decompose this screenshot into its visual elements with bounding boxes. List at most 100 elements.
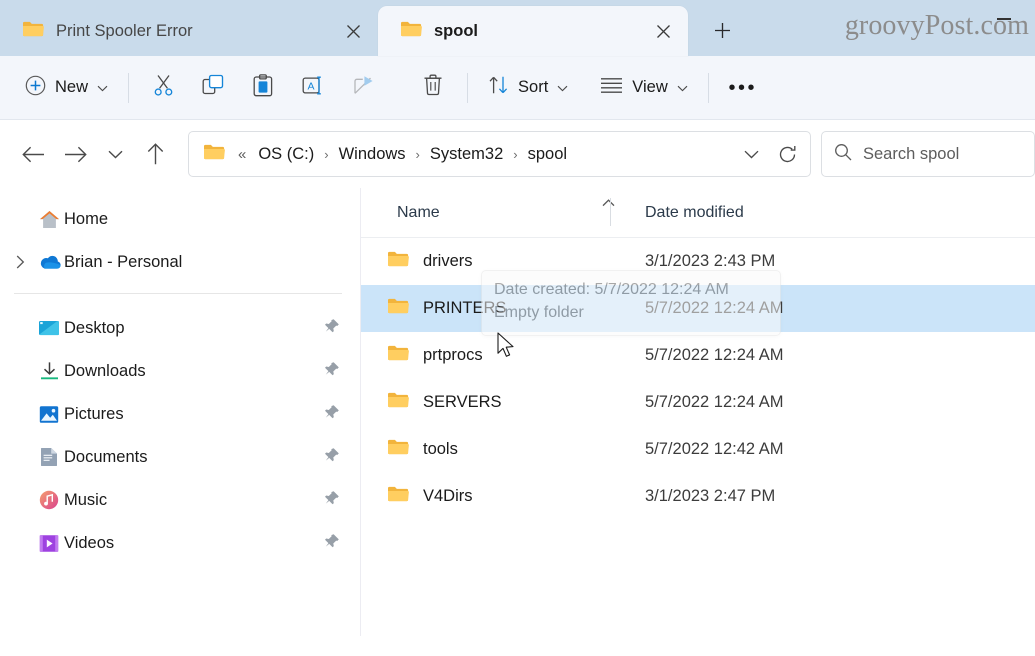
search-icon [834, 143, 852, 166]
folder-icon [203, 143, 225, 166]
pin-icon[interactable] [324, 318, 340, 339]
breadcrumb-item-0[interactable]: OS (C:) [251, 141, 321, 168]
table-row[interactable]: prtprocs 5/7/2022 12:24 AM [361, 332, 1035, 379]
sidebar-item-label: Pictures [64, 404, 124, 423]
sidebar-item-brian-personal[interactable]: Brian - Personal [0, 242, 350, 282]
pin-icon[interactable] [324, 447, 340, 468]
table-row[interactable]: PRINTERS 5/7/2022 12:24 AM [361, 285, 1035, 332]
sidebar-item-downloads[interactable]: Downloads [0, 351, 350, 391]
refresh-icon[interactable] [770, 137, 804, 171]
pin-icon[interactable] [324, 404, 340, 425]
rename-button[interactable]: A [288, 68, 338, 108]
file-name-label: V4Dirs [423, 487, 473, 505]
address-bar: « OS (C:) › Windows › System32 › spool S… [0, 120, 1035, 188]
chevron-right-icon[interactable] [6, 255, 34, 269]
pictures-icon [34, 405, 64, 424]
desktop-icon [34, 319, 64, 337]
breadcrumb-item-2[interactable]: System32 [423, 141, 510, 168]
sidebar-item-desktop[interactable]: Desktop [0, 308, 350, 348]
back-button[interactable] [12, 133, 54, 175]
file-date-label: 5/7/2022 12:24 AM [645, 393, 784, 411]
file-explorer-window: Print Spooler Error spool groovyPost.com [0, 0, 1035, 656]
recent-locations-button[interactable] [96, 133, 134, 175]
chevron-down-icon[interactable] [734, 137, 768, 171]
trash-icon [423, 74, 443, 101]
paste-button[interactable] [238, 68, 288, 108]
file-date-label: 5/7/2022 12:24 AM [645, 299, 784, 317]
table-row[interactable]: tools 5/7/2022 12:42 AM [361, 426, 1035, 473]
share-icon [352, 75, 375, 101]
file-name-cell: V4Dirs [361, 485, 611, 508]
delete-button[interactable] [408, 68, 458, 108]
folder-icon [22, 20, 44, 43]
copy-icon [202, 74, 224, 101]
pin-icon[interactable] [324, 361, 340, 382]
breadcrumb-item-1[interactable]: Windows [332, 141, 413, 168]
pin-icon[interactable] [324, 533, 340, 554]
copy-button[interactable] [188, 68, 238, 108]
file-name-cell: PRINTERS [361, 297, 611, 320]
tab-print-spooler-error[interactable]: Print Spooler Error [0, 6, 378, 56]
share-button[interactable] [338, 68, 388, 108]
close-icon[interactable] [648, 16, 678, 46]
folder-icon [387, 250, 409, 273]
sidebar-item-pictures[interactable]: Pictures [0, 394, 350, 434]
command-bar: New A Sort View ••• [0, 56, 1035, 120]
table-row[interactable]: SERVERS 5/7/2022 12:24 AM [361, 379, 1035, 426]
sidebar-item-videos[interactable]: Videos [0, 523, 350, 563]
sidebar-item-home[interactable]: Home [0, 199, 350, 239]
view-button-label: View [632, 78, 668, 96]
toolbar-divider [707, 72, 709, 103]
onedrive-icon [34, 254, 64, 270]
file-date-label: 5/7/2022 12:24 AM [645, 346, 784, 364]
column-header-name[interactable]: Name [361, 197, 611, 226]
file-name-label: drivers [423, 252, 473, 270]
chevron-down-icon [677, 78, 688, 97]
minimize-button[interactable] [987, 8, 1021, 30]
tab-strip: Print Spooler Error spool groovyPost.com [0, 0, 1035, 56]
folder-icon [387, 485, 409, 508]
file-name-label: SERVERS [423, 393, 502, 411]
breadcrumb-item-3[interactable]: spool [521, 141, 574, 168]
plus-circle-icon [25, 75, 46, 101]
new-tab-button[interactable] [700, 8, 744, 52]
folder-icon [387, 297, 409, 320]
new-button[interactable]: New [14, 68, 119, 108]
tab-spool[interactable]: spool [378, 6, 688, 56]
close-icon[interactable] [338, 16, 368, 46]
table-row[interactable]: V4Dirs 3/1/2023 2:47 PM [361, 473, 1035, 520]
svg-text:A: A [307, 80, 314, 92]
sidebar-item-label: Videos [64, 533, 115, 552]
chevron-right-icon: › [513, 146, 518, 162]
sort-button[interactable]: Sort [477, 68, 579, 108]
pin-icon[interactable] [324, 490, 340, 511]
search-input[interactable]: Search spool [821, 131, 1035, 177]
file-name-cell: drivers [361, 250, 611, 273]
explorer-body: Home Brian - Personal Desktop Downloads … [0, 188, 1035, 636]
see-more-button[interactable]: ••• [718, 68, 768, 108]
videos-icon [34, 534, 64, 553]
file-name-cell: tools [361, 438, 611, 461]
rename-icon: A [302, 75, 325, 101]
toolbar-divider [467, 72, 469, 103]
file-date-label: 3/1/2023 2:47 PM [645, 487, 776, 505]
sidebar-item-label: Documents [64, 447, 148, 466]
breadcrumb-actions [734, 137, 804, 171]
navigation-pane: Home Brian - Personal Desktop Downloads … [0, 188, 360, 636]
music-icon [34, 490, 64, 510]
view-button[interactable]: View [589, 68, 698, 108]
forward-button[interactable] [54, 133, 96, 175]
breadcrumb-overflow[interactable]: « [235, 142, 249, 167]
column-header-date-modified[interactable]: Date modified [611, 204, 744, 222]
table-row[interactable]: drivers 3/1/2023 2:43 PM [361, 238, 1035, 285]
up-button[interactable] [134, 133, 176, 175]
cut-button[interactable] [138, 68, 188, 108]
sidebar-item-label: Brian - Personal [64, 252, 183, 271]
paste-icon [253, 73, 273, 102]
breadcrumb[interactable]: « OS (C:) › Windows › System32 › spool [188, 131, 811, 177]
tab-title: spool [434, 21, 478, 40]
sidebar-item-documents[interactable]: Documents [0, 437, 350, 477]
file-name-label: prtprocs [423, 346, 483, 364]
sidebar-item-music[interactable]: Music [0, 480, 350, 520]
folder-icon [387, 344, 409, 367]
